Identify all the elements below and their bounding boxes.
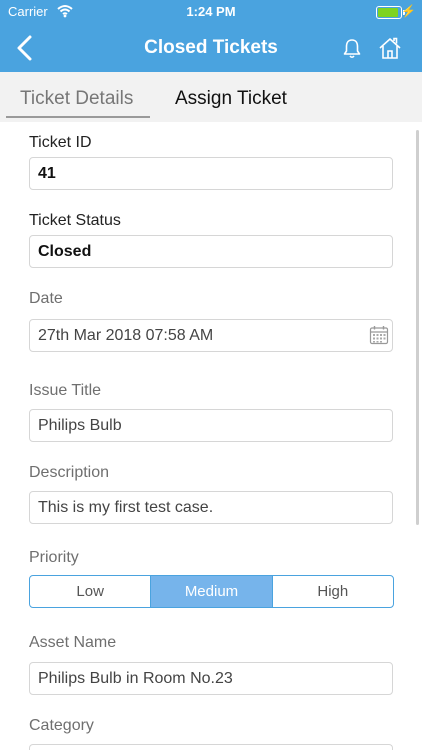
date-field[interactable]: 27th Mar 2018 07:58 AM [29,319,393,352]
scrollbar[interactable] [416,130,419,525]
asset-name-field[interactable]: Philips Bulb in Room No.23 [29,662,393,695]
description-label: Description [29,464,110,481]
category-field[interactable] [29,744,393,750]
priority-high-option[interactable]: High [271,576,393,607]
asset-name-label: Asset Name [29,634,117,651]
priority-label: Priority [29,549,79,566]
active-tab-indicator [6,116,150,118]
home-icon[interactable] [378,36,402,60]
date-value: 27th Mar 2018 07:58 AM [38,327,214,344]
calendar-icon[interactable] [369,325,389,345]
ticket-id-label: Ticket ID [29,134,92,151]
status-bar: Carrier 1:24 PM ⚡ [0,0,422,24]
issue-title-label: Issue Title [29,382,102,399]
date-label: Date [29,290,63,307]
charging-icon: ⚡ [401,4,416,18]
tab-assign-ticket[interactable]: Assign Ticket [175,88,287,110]
priority-medium-option[interactable]: Medium [151,576,272,607]
ticket-id-field[interactable]: 41 [29,157,393,190]
priority-segmented-control: Low Medium High [29,575,394,608]
issue-title-field[interactable]: Philips Bulb [29,409,393,442]
priority-low-option[interactable]: Low [30,576,152,607]
status-time: 1:24 PM [186,4,236,19]
tab-bar: Ticket Details Assign Ticket [0,72,422,122]
description-field[interactable]: This is my first test case. [29,491,393,524]
bell-icon[interactable] [342,38,362,60]
category-label: Category [29,717,94,734]
tab-ticket-details[interactable]: Ticket Details [20,88,133,110]
ticket-status-field[interactable]: Closed [29,235,393,268]
ticket-status-label: Ticket Status [29,212,121,229]
battery-icon [376,6,405,19]
navigation-bar: Closed Tickets [0,24,422,72]
